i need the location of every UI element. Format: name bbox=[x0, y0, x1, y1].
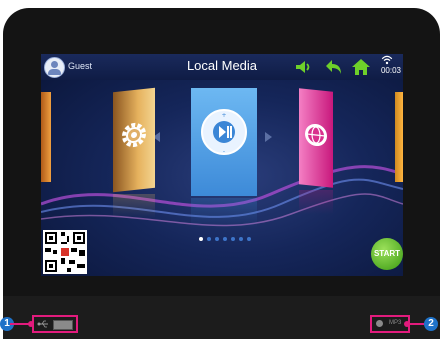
usb-icon bbox=[37, 320, 48, 328]
callout-line-2 bbox=[406, 323, 426, 325]
svg-text:+: + bbox=[221, 112, 226, 119]
card-reflection bbox=[191, 198, 257, 228]
clock-time: 00:03 bbox=[380, 66, 401, 75]
touch-screen: Guest Local Media 00:03 + - START bbox=[41, 54, 403, 276]
card-reflection bbox=[299, 190, 333, 214]
app-card-partial-right[interactable] bbox=[395, 92, 403, 182]
page-dot[interactable] bbox=[223, 237, 227, 241]
gear-icon bbox=[122, 122, 146, 148]
start-button[interactable]: START bbox=[371, 238, 403, 270]
wifi-icon bbox=[381, 55, 393, 65]
page-dot[interactable] bbox=[247, 237, 251, 241]
page-dot[interactable] bbox=[239, 237, 243, 241]
page-dot[interactable] bbox=[207, 237, 211, 241]
mp3-jack bbox=[376, 320, 383, 327]
usb-port-slot bbox=[53, 320, 73, 330]
home-icon[interactable] bbox=[351, 57, 371, 77]
mp3-port-label: MP3 bbox=[389, 320, 402, 326]
screen-title: Local Media bbox=[186, 58, 258, 73]
usb-port-callout bbox=[32, 315, 78, 333]
svg-text:-: - bbox=[223, 148, 225, 155]
play-pause-icon: + - bbox=[201, 109, 247, 155]
web-card[interactable] bbox=[299, 88, 333, 188]
app-card-partial-left[interactable] bbox=[41, 92, 51, 182]
volume-icon[interactable] bbox=[293, 57, 313, 77]
callout-number-2: 2 bbox=[424, 317, 438, 331]
page-indicator bbox=[199, 237, 251, 243]
page-dot[interactable] bbox=[231, 237, 235, 241]
settings-card[interactable] bbox=[113, 87, 155, 193]
media-player-card[interactable]: + - bbox=[191, 88, 257, 196]
qr-code[interactable] bbox=[43, 230, 87, 274]
globe-icon bbox=[305, 123, 327, 147]
card-reflection bbox=[113, 194, 155, 218]
page-dot[interactable] bbox=[215, 237, 219, 241]
top-bar: Guest Local Media 00:03 bbox=[41, 54, 403, 80]
scroll-right-arrow-icon[interactable] bbox=[265, 132, 272, 142]
page-dot[interactable] bbox=[199, 237, 203, 241]
back-icon[interactable] bbox=[324, 57, 344, 77]
